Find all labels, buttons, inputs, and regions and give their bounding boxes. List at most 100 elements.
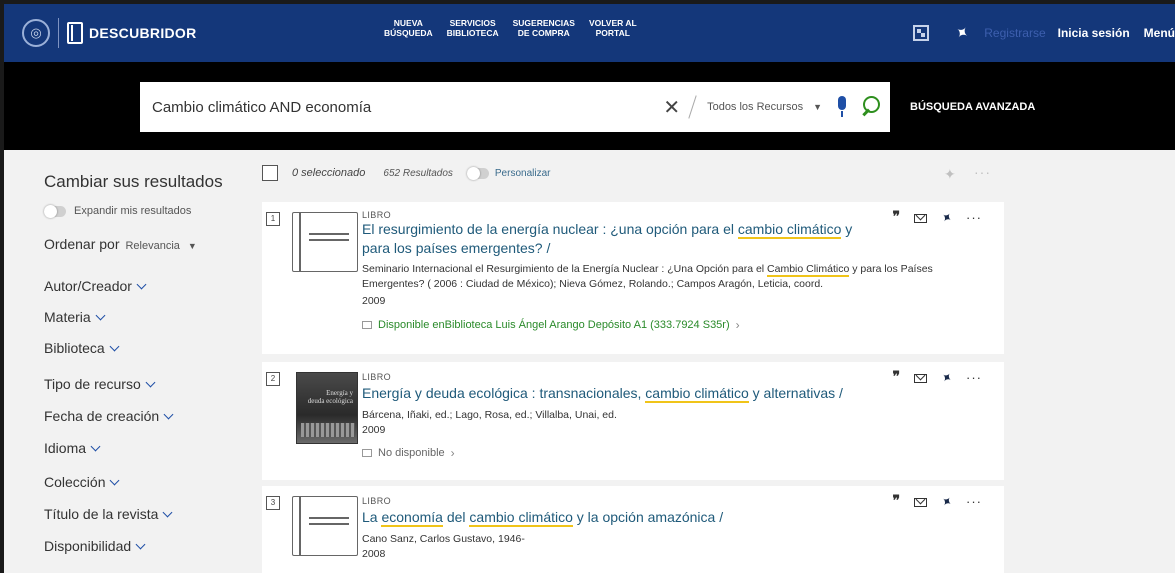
sort-row[interactable]: Ordenar por Relevancia ▼: [44, 236, 197, 252]
pin-icon[interactable]: ✦: [937, 208, 956, 227]
result-type: LIBRO: [362, 210, 392, 220]
sort-label: Ordenar por: [44, 236, 120, 252]
expand-results-toggle[interactable]: [44, 204, 66, 218]
results-count: 652 Resultados: [383, 167, 453, 179]
email-icon[interactable]: [914, 497, 928, 507]
app-frame: ◎ DESCUBRIDOR NUEVA BÚSQUEDA SERVICIOS B…: [0, 0, 1175, 573]
advanced-search-link[interactable]: BÚSQUEDA AVANZADA: [910, 101, 1035, 113]
menu-button[interactable]: Menú: [1144, 26, 1175, 40]
result-title[interactable]: El resurgimiento de la energía nuclear :…: [362, 220, 872, 258]
result-year: 2009: [362, 424, 386, 436]
caret-down-icon[interactable]: ▼: [813, 102, 822, 112]
result-type: LIBRO: [362, 496, 392, 506]
result-title[interactable]: La economía del cambio climático y la op…: [362, 508, 962, 527]
facet-creation-date[interactable]: Fecha de creación: [44, 408, 174, 424]
chevron-down-icon: [95, 310, 106, 320]
result-card: 2 Energía y deuda ecológica LIBRO Energí…: [262, 362, 1004, 480]
search-input[interactable]: Cambio climático AND economía: [152, 99, 663, 116]
facet-language[interactable]: Idioma: [44, 440, 101, 456]
facet-library[interactable]: Biblioteca: [44, 340, 120, 356]
nav-back-to-portal[interactable]: VOLVER AL PORTAL: [589, 18, 637, 38]
nav-library-services[interactable]: SERVICIOS BIBLIOTECA: [447, 18, 499, 38]
result-title[interactable]: Energía y deuda ecológica : transnaciona…: [362, 384, 962, 403]
facet-journal-title[interactable]: Título de la revista: [44, 506, 173, 522]
caret-down-icon[interactable]: ▼: [188, 241, 197, 251]
facet-collection[interactable]: Colección: [44, 474, 120, 490]
expand-results-row[interactable]: Expandir mis resultados: [44, 204, 192, 218]
search-icon[interactable]: [860, 96, 880, 118]
select-all-checkbox[interactable]: [262, 165, 278, 181]
availability-link[interactable]: Disponible en Biblioteca Luis Ángel Aran…: [362, 318, 740, 332]
nav-new-search[interactable]: NUEVA BÚSQUEDA: [384, 18, 433, 38]
institution-seal-icon[interactable]: ◎: [22, 19, 50, 47]
search-divider: [688, 95, 697, 119]
result-card: 1 LIBRO El resurgimiento de la energía n…: [262, 202, 1004, 354]
book-thumbnail-icon[interactable]: [292, 212, 358, 272]
book-cover-image[interactable]: Energía y deuda ecológica: [296, 372, 358, 444]
result-authors: Cano Sanz, Carlos Gustavo, 1946-: [362, 533, 525, 545]
chevron-down-icon: [109, 341, 120, 351]
result-number: 1: [266, 212, 280, 226]
search-scope-select[interactable]: Todos los Recursos: [707, 101, 803, 113]
email-icon[interactable]: [914, 213, 928, 223]
cite-icon[interactable]: ❞: [893, 211, 901, 225]
availability-link[interactable]: No disponible ›: [362, 446, 455, 460]
facet-resource-type[interactable]: Tipo de recurso: [44, 376, 156, 392]
brand-name[interactable]: DESCUBRIDOR: [89, 25, 197, 41]
pin-icon[interactable]: ✦: [937, 368, 956, 387]
nav-purchase-suggestions[interactable]: SUGERENCIAS DE COMPRA: [513, 18, 575, 38]
chevron-down-icon: [136, 279, 147, 289]
selected-count: 0 seleccionado: [292, 167, 366, 179]
chevron-down-icon: [163, 409, 174, 419]
logo-divider: [58, 18, 59, 48]
result-actions: ❞ ✦ ···: [893, 208, 982, 227]
cover-illustration: [301, 423, 355, 437]
top-bar: ◎ DESCUBRIDOR NUEVA BÚSQUEDA SERVICIOS B…: [4, 4, 1175, 62]
result-actions: ❞ ✦ ···: [893, 368, 982, 387]
availability-icon: [362, 321, 372, 329]
facet-subject[interactable]: Materia: [44, 309, 106, 325]
chevron-right-icon: ›: [450, 446, 455, 460]
microphone-icon[interactable]: [836, 96, 848, 118]
chevron-down-icon: [135, 539, 146, 549]
chevron-down-icon: [90, 441, 101, 451]
personalize-label[interactable]: Personalizar: [495, 168, 551, 179]
sort-select[interactable]: Relevancia: [125, 240, 179, 252]
clear-search-icon[interactable]: ✕: [663, 95, 680, 120]
expand-results-label: Expandir mis resultados: [74, 205, 192, 217]
chevron-right-icon: ›: [735, 318, 740, 332]
filter-sidebar: Cambiar sus resultados Expandir mis resu…: [4, 150, 244, 573]
login-link[interactable]: Inicia sesión: [1058, 26, 1130, 40]
more-options-icon[interactable]: ···: [966, 211, 982, 224]
availability-icon: [362, 449, 372, 457]
result-card: 3 LIBRO La economía del cambio climático…: [262, 486, 1004, 573]
email-icon[interactable]: [914, 373, 928, 383]
result-authors: Bárcena, Iñaki, ed.; Lago, Rosa, ed.; Vi…: [362, 409, 617, 421]
top-nav: NUEVA BÚSQUEDA SERVICIOS BIBLIOTECA SUGE…: [384, 18, 637, 38]
register-link[interactable]: Registrarse: [984, 26, 1045, 40]
result-authors: Seminario Internacional el Resurgimiento…: [362, 263, 933, 290]
pin-icon[interactable]: ✦: [944, 166, 956, 183]
facet-availability[interactable]: Disponibilidad: [44, 538, 146, 554]
result-year: 2009: [362, 295, 386, 307]
cite-icon[interactable]: ❞: [893, 495, 901, 509]
chevron-down-icon: [162, 507, 173, 517]
results-header: 0 seleccionado 652 Resultados Personaliz…: [262, 162, 1002, 184]
account-area: ✦ Registrarse Inicia sesión Menú: [912, 4, 1175, 62]
sidebar-title: Cambiar sus resultados: [44, 172, 223, 191]
personalize-toggle[interactable]: [466, 166, 489, 180]
pin-icon[interactable]: ✦: [950, 21, 972, 45]
facet-author[interactable]: Autor/Creador: [44, 278, 147, 294]
result-number: 3: [266, 496, 280, 510]
more-options-icon[interactable]: ···: [974, 164, 991, 180]
cite-icon[interactable]: ❞: [893, 371, 901, 385]
search-band: Cambio climático AND economía ✕ Todos lo…: [4, 62, 1175, 150]
chevron-down-icon: [145, 377, 156, 387]
more-options-icon[interactable]: ···: [966, 495, 982, 508]
pin-icon[interactable]: ✦: [937, 492, 956, 511]
book-thumbnail-icon[interactable]: [292, 496, 358, 556]
more-options-icon[interactable]: ···: [966, 371, 982, 384]
book-logo-icon[interactable]: [67, 22, 83, 44]
qr-code-icon[interactable]: [912, 25, 929, 41]
cover-title: Energía y deuda ecológica: [307, 389, 353, 405]
